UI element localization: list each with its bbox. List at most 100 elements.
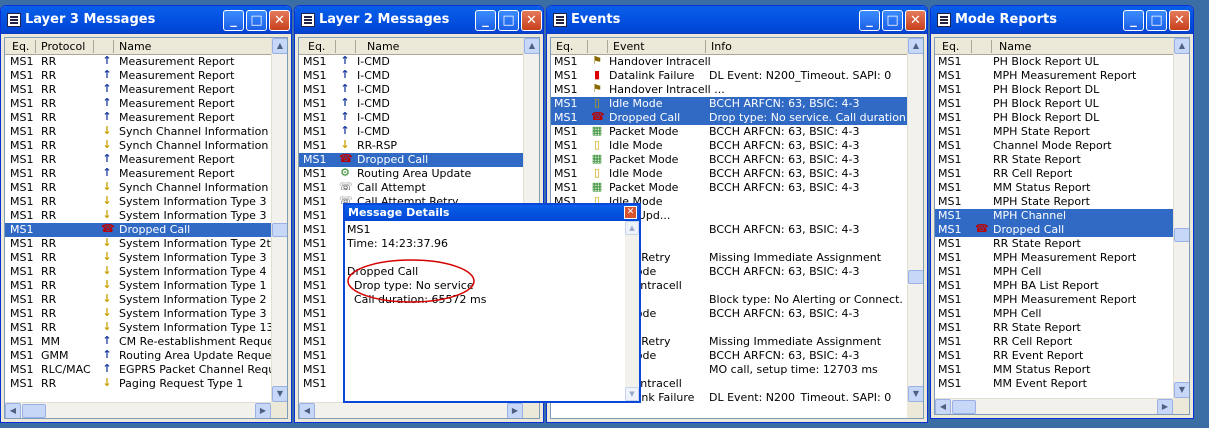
table-row[interactable]: MS1 ☎ Dropped Call [5, 223, 271, 237]
horizontal-scrollbar[interactable]: ◀ ▶ [299, 402, 523, 418]
table-row[interactable]: MS1 RR ↓ System Information Type 3 [5, 307, 271, 321]
table-row[interactable]: MS1 ▦ Packet Mode BCCH ARFCN: 63, BSIC: 4-3 [551, 125, 907, 139]
col-event[interactable]: Event [613, 40, 645, 53]
col-eq[interactable]: Eq. [942, 40, 959, 53]
table-row[interactable]: MS1 RR ↑ Measurement Report [5, 167, 271, 181]
table-row[interactable]: MS1 ▯ Idle Mode BCCH ARFCN: 63, BSIC: 4-3 [551, 97, 907, 111]
table-row[interactable]: MS1 ☏ Call Attempt [299, 181, 523, 195]
table-row[interactable]: MS1 RR ↓ System Information Type 3 [5, 251, 271, 265]
table-row[interactable]: MS1 RR ↓ System Information Type 2 [5, 293, 271, 307]
table-row[interactable]: MS1 GMM ↑ Routing Area Update Request [5, 349, 271, 363]
table-row[interactable]: MS1 Channel Mode Report [935, 139, 1173, 153]
table-row[interactable]: MS1 MM Event Report [935, 377, 1173, 391]
col-name[interactable]: Name [119, 40, 151, 53]
table-row[interactable]: MS1 ↑ I-CMD [299, 55, 523, 69]
minimize-button[interactable]: _ [859, 10, 880, 31]
table-row[interactable]: MS1 MPH State Report [935, 125, 1173, 139]
table-row[interactable]: MS1 ▦ Packet Mode BCCH ARFCN: 63, BSIC: 4-3 [551, 181, 907, 195]
scroll-right-icon[interactable]: ▶ [507, 403, 523, 418]
scroll-up-icon[interactable]: ▲ [908, 38, 923, 54]
maximize-button[interactable]: □ [1146, 10, 1167, 31]
table-row[interactable]: MS1 ☎ Dropped Call [299, 153, 523, 167]
scroll-thumb[interactable] [272, 223, 287, 237]
table-row[interactable]: MS1 ↑ I-CMD [299, 125, 523, 139]
dialog-scrollbar[interactable]: ▲ ▼ [625, 221, 639, 401]
table-row[interactable]: MS1 RR ↑ Measurement Report [5, 153, 271, 167]
table-row[interactable]: MS1 MPH Measurement Report [935, 251, 1173, 265]
table-row[interactable]: MS1 RR ↑ Measurement Report [5, 55, 271, 69]
maximize-button[interactable]: □ [246, 10, 267, 31]
scroll-down-icon[interactable]: ▼ [1174, 382, 1189, 398]
layer3-titlebar[interactable]: Layer 3 Messages _ □ ✕ [1, 6, 291, 34]
scroll-down-icon[interactable]: ▼ [625, 387, 639, 401]
maximize-button[interactable]: □ [498, 10, 519, 31]
table-row[interactable]: MS1 RR ↓ Synch Channel Information [5, 125, 271, 139]
scroll-down-icon[interactable]: ▼ [908, 386, 923, 402]
table-row[interactable]: MS1 MPH Cell [935, 307, 1173, 321]
table-row[interactable]: MS1 RR Cell Report [935, 335, 1173, 349]
table-row[interactable]: MS1 ☎ Dropped Call Drop type: No service. C… [551, 111, 907, 125]
minimize-button[interactable]: _ [1123, 10, 1144, 31]
table-row[interactable]: MS1 RR ↑ Measurement Report [5, 69, 271, 83]
table-row[interactable]: MS1 ⚑ Handover Intracell ... [551, 83, 907, 97]
events-titlebar[interactable]: Events _ □ ✕ [547, 6, 927, 34]
table-row[interactable]: MS1 ▯ Idle Mode BCCH ARFCN: 63, BSIC: 4-3 [551, 167, 907, 181]
table-row[interactable]: MS1 RR ↓ System Information Type 2ter [5, 237, 271, 251]
col-eq[interactable]: Eq. [12, 40, 29, 53]
table-row[interactable]: MS1 RR Cell Report [935, 167, 1173, 181]
hscroll-thumb[interactable] [952, 400, 976, 414]
col-eq[interactable]: Eq. [308, 40, 325, 53]
table-row[interactable]: MS1 RR ↓ System Information Type 4 [5, 265, 271, 279]
scroll-right-icon[interactable]: ▶ [255, 403, 271, 418]
table-row[interactable]: MS1 ↓ RR-RSP [299, 139, 523, 153]
table-row[interactable]: MS1 RLC/MAC ↑ EGPRS Packet Channel Reques [5, 363, 271, 377]
close-button[interactable]: ✕ [905, 10, 926, 31]
table-row[interactable]: MS1 ▯ Idle Mode BCCH ARFCN: 63, BSIC: 4-3 [551, 139, 907, 153]
table-row[interactable]: MS1 RR ↓ Synch Channel Information [5, 181, 271, 195]
table-row[interactable]: MS1 MPH BA List Report [935, 279, 1173, 293]
table-row[interactable]: MS1 ↑ I-CMD [299, 83, 523, 97]
table-row[interactable]: MS1 RR ↓ Synch Channel Information [5, 139, 271, 153]
scroll-up-icon[interactable]: ▲ [524, 38, 539, 54]
table-row[interactable]: MS1 ⚙ Routing Area Update [299, 167, 523, 181]
table-row[interactable]: MS1 RR State Report [935, 321, 1173, 335]
table-row[interactable]: MS1 MM Status Report [935, 181, 1173, 195]
horizontal-scrollbar[interactable]: ◀ ▶ [5, 402, 271, 418]
maximize-button[interactable]: □ [882, 10, 903, 31]
table-row[interactable]: MS1 RR ↓ System Information Type 3 [5, 195, 271, 209]
table-row[interactable]: MS1 ↑ I-CMD [299, 97, 523, 111]
vertical-scrollbar[interactable]: ▲ ▼ [907, 38, 923, 402]
horizontal-scrollbar[interactable]: ◀ ▶ [935, 398, 1173, 414]
scroll-left-icon[interactable]: ◀ [935, 399, 951, 414]
vertical-scrollbar[interactable]: ▲ ▼ [271, 38, 287, 402]
table-row[interactable]: MS1 PH Block Report DL [935, 111, 1173, 125]
scroll-thumb[interactable] [908, 270, 923, 284]
minimize-button[interactable]: _ [223, 10, 244, 31]
scroll-thumb[interactable] [1174, 228, 1189, 242]
table-row[interactable]: MS1 ↑ I-CMD [299, 69, 523, 83]
table-row[interactable]: MS1 RR ↓ System Information Type 1 [5, 279, 271, 293]
table-row[interactable]: MS1 MPH Measurement Report [935, 69, 1173, 83]
col-eq[interactable]: Eq. [556, 40, 573, 53]
close-button[interactable]: ✕ [1169, 10, 1190, 31]
col-name[interactable]: Name [367, 40, 399, 53]
layer2-titlebar[interactable]: Layer 2 Messages _ □ ✕ [295, 6, 543, 34]
scroll-up-icon[interactable]: ▲ [625, 221, 639, 235]
scroll-up-icon[interactable]: ▲ [272, 38, 287, 54]
table-row[interactable]: MS1 MPH Cell [935, 265, 1173, 279]
table-row[interactable]: MS1 PH Block Report DL [935, 83, 1173, 97]
close-button[interactable]: ✕ [521, 10, 542, 31]
table-row[interactable]: MS1 ⚑ Handover Intracell [551, 55, 907, 69]
table-row[interactable]: MS1 RR State Report [935, 237, 1173, 251]
table-row[interactable]: MS1 MPH Channel [935, 209, 1173, 223]
table-row[interactable]: MS1 ↑ I-CMD [299, 111, 523, 125]
table-row[interactable]: MS1 RR ↓ System Information Type 13 [5, 321, 271, 335]
table-row[interactable]: MS1 RR State Report [935, 153, 1173, 167]
table-row[interactable]: MS1 PH Block Report UL [935, 55, 1173, 69]
scroll-down-icon[interactable]: ▼ [272, 386, 287, 402]
col-name[interactable]: Name [999, 40, 1031, 53]
close-button[interactable]: ✕ [269, 10, 290, 31]
dialog-close-button[interactable]: ✕ [624, 206, 637, 219]
table-row[interactable]: MS1 PH Block Report UL [935, 97, 1173, 111]
scroll-left-icon[interactable]: ◀ [299, 403, 315, 418]
